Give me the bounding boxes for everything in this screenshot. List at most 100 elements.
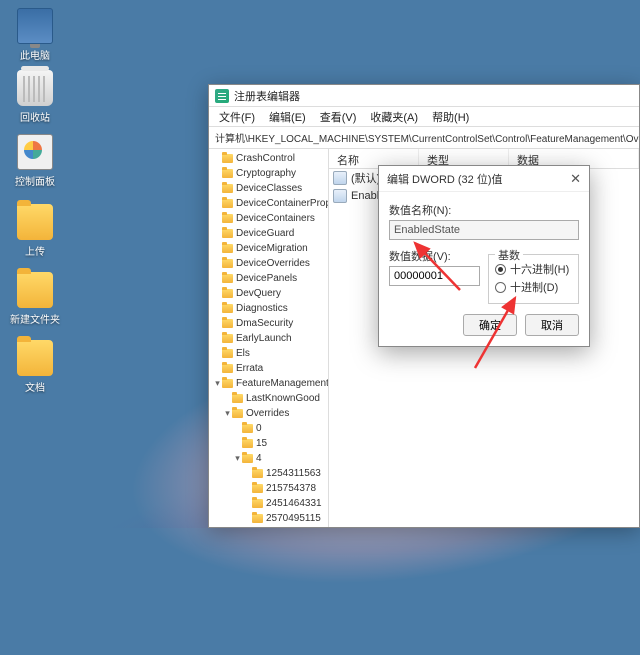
close-icon[interactable]: ✕ xyxy=(570,171,581,187)
tree-item[interactable]: Errata xyxy=(209,361,328,376)
tree-item[interactable]: Diagnostics xyxy=(209,301,328,316)
folder-icon xyxy=(252,484,263,493)
tree-item[interactable]: DmaSecurity xyxy=(209,316,328,331)
tree-item[interactable]: CrashControl xyxy=(209,151,328,166)
folder-icon xyxy=(242,439,253,448)
tree-label: 0 xyxy=(256,423,262,434)
desktop-icon-control-panel[interactable]: 控制面板 xyxy=(10,134,60,188)
recycle-bin-icon xyxy=(17,70,53,106)
tree-item[interactable]: LastKnownGood xyxy=(209,391,328,406)
tree-item[interactable]: DevQuery xyxy=(209,286,328,301)
edit-dword-dialog: 编辑 DWORD (32 位)值 ✕ 数值名称(N): 数值数据(V): 基数 … xyxy=(378,165,590,347)
desktop-icon-label: 此电脑 xyxy=(10,47,60,62)
tree-item[interactable]: ▾ FeatureManagement xyxy=(209,376,328,391)
folder-icon xyxy=(17,204,53,240)
desktop-icon-recycle[interactable]: 回收站 xyxy=(10,70,60,124)
desktop-icon-pc[interactable]: 此电脑 xyxy=(10,8,60,62)
menu-favorites[interactable]: 收藏夹(A) xyxy=(364,107,424,127)
tree-item[interactable]: 0 xyxy=(209,421,328,436)
folder-icon xyxy=(242,454,253,463)
menu-view[interactable]: 查看(V) xyxy=(314,107,363,127)
expand-icon[interactable]: ▾ xyxy=(223,408,232,419)
tree-item[interactable]: 215754378 xyxy=(209,481,328,496)
menu-edit[interactable]: 编辑(E) xyxy=(263,107,312,127)
tree-item[interactable]: DeviceClasses xyxy=(209,181,328,196)
tree-item[interactable]: DevicePanels xyxy=(209,271,328,286)
tree-label: CrashControl xyxy=(236,153,295,164)
address-text: 计算机\HKEY_LOCAL_MACHINE\SYSTEM\CurrentCon… xyxy=(215,130,639,145)
tree-label: EarlyLaunch xyxy=(236,333,292,344)
dialog-title: 编辑 DWORD (32 位)值 xyxy=(387,171,503,187)
tree-label: DeviceContainers xyxy=(236,213,315,224)
dword-value-icon xyxy=(333,189,347,203)
dialog-titlebar[interactable]: 编辑 DWORD (32 位)值 ✕ xyxy=(379,166,589,192)
expand-icon[interactable]: ▾ xyxy=(213,378,222,389)
folder-icon xyxy=(222,319,233,328)
tree-label: DeviceContainerPropertyUpda xyxy=(236,198,329,209)
folder-icon xyxy=(222,304,233,313)
folder-icon xyxy=(252,514,263,523)
tree-item[interactable]: 275536522 xyxy=(209,526,328,527)
value-name: (默认) xyxy=(351,170,380,186)
radio-hex-label: 十六进制(H) xyxy=(510,261,569,277)
desktop-icon-folder-new[interactable]: 新建文件夹 xyxy=(10,272,60,326)
radio-dec-label: 十进制(D) xyxy=(510,279,558,295)
menu-help[interactable]: 帮助(H) xyxy=(426,107,475,127)
address-bar[interactable]: 计算机\HKEY_LOCAL_MACHINE\SYSTEM\CurrentCon… xyxy=(209,127,639,149)
tree-label: DeviceOverrides xyxy=(236,258,310,269)
desktop-icon-folder-upload[interactable]: 上传 xyxy=(10,204,60,258)
folder-icon xyxy=(242,424,253,433)
radio-icon xyxy=(495,282,506,293)
radio-icon xyxy=(495,264,506,275)
window-titlebar[interactable]: 注册表编辑器 xyxy=(209,85,639,107)
tree-label: DeviceMigration xyxy=(236,243,308,254)
registry-tree[interactable]: CrashControl CryptographyDeviceClasses Dev… xyxy=(209,149,329,527)
ok-button[interactable]: 确定 xyxy=(463,314,517,336)
tree-item[interactable]: 2451464331 xyxy=(209,496,328,511)
tree-label: 4 xyxy=(256,453,262,464)
value-name-label: 数值名称(N): xyxy=(389,202,579,218)
tree-item[interactable]: 2570495115 xyxy=(209,511,328,526)
tree-item[interactable]: DeviceGuard xyxy=(209,226,328,241)
folder-icon xyxy=(222,244,233,253)
pc-icon xyxy=(17,8,53,44)
tree-item[interactable]: DeviceContainers xyxy=(209,211,328,226)
value-data-field[interactable] xyxy=(389,266,480,286)
regedit-icon xyxy=(215,89,229,103)
folder-icon xyxy=(232,394,243,403)
folder-icon xyxy=(222,364,233,373)
tree-label: Errata xyxy=(236,363,263,374)
tree-item[interactable]: ▾4 xyxy=(209,451,328,466)
tree-label: DevQuery xyxy=(236,288,281,299)
tree-item[interactable]: 1254311563 xyxy=(209,466,328,481)
tree-label: 2570495115 xyxy=(266,513,321,524)
window-title: 注册表编辑器 xyxy=(234,88,300,104)
tree-item[interactable]: ▾Overrides xyxy=(209,406,328,421)
radio-dec[interactable]: 十进制(D) xyxy=(495,279,572,295)
expand-icon[interactable]: ▾ xyxy=(233,453,242,464)
tree-item[interactable]: DeviceContainerPropertyUpda xyxy=(209,196,328,211)
folder-icon xyxy=(222,229,233,238)
tree-item[interactable]: 15 xyxy=(209,436,328,451)
folder-icon xyxy=(252,469,263,478)
tree-item[interactable]: EarlyLaunch xyxy=(209,331,328,346)
tree-item[interactable]: DeviceOverrides xyxy=(209,256,328,271)
value-data-label: 数值数据(V): xyxy=(389,248,480,264)
desktop-icon-folder-docs[interactable]: 文档 xyxy=(10,340,60,394)
radio-hex[interactable]: 十六进制(H) xyxy=(495,261,572,277)
desktop-icon-label: 控制面板 xyxy=(10,173,60,188)
tree-item[interactable]: DeviceMigration xyxy=(209,241,328,256)
base-legend: 基数 xyxy=(495,247,523,263)
folder-icon xyxy=(17,340,53,376)
tree-label: LastKnownGood xyxy=(246,393,320,404)
tree-item[interactable]: Els xyxy=(209,346,328,361)
tree-item[interactable]: Cryptography xyxy=(209,166,328,181)
menu-bar: 文件(F) 编辑(E) 查看(V) 收藏夹(A) 帮助(H) xyxy=(209,107,639,127)
cancel-button[interactable]: 取消 xyxy=(525,314,579,336)
folder-icon xyxy=(222,184,233,193)
menu-file[interactable]: 文件(F) xyxy=(213,107,261,127)
tree-label: DevicePanels xyxy=(236,273,297,284)
folder-icon xyxy=(232,409,243,418)
folder-icon xyxy=(222,154,233,163)
tree-label: FeatureManagement xyxy=(236,378,329,389)
